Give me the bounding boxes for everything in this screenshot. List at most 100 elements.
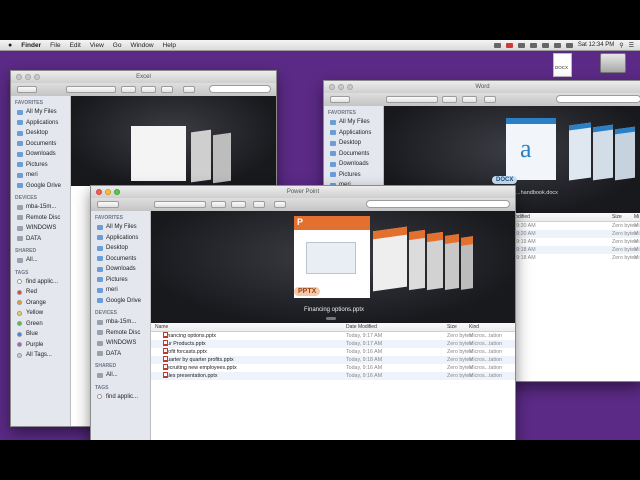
sidebar-item-windows[interactable]: WINDOWS (91, 338, 150, 349)
apple-menu-icon[interactable]: ● (8, 42, 12, 49)
share-button[interactable] (253, 201, 265, 208)
search-field[interactable] (209, 85, 271, 93)
column-header-kind[interactable]: Mi (634, 214, 639, 220)
sidebar-item-shared-all[interactable]: All... (91, 370, 150, 381)
sidebar-item-all-my-files[interactable]: All My Files (324, 117, 383, 128)
action-gear-button[interactable] (231, 201, 246, 208)
menu-edit[interactable]: Edit (70, 42, 81, 49)
sidebar-item-desktop[interactable]: Desktop (324, 138, 383, 149)
menu-help[interactable]: Help (163, 42, 176, 49)
arrange-button[interactable] (121, 86, 136, 93)
sidebar-item-tag[interactable]: Orange (11, 298, 70, 309)
sidebar-item-tag[interactable]: All Tags... (11, 350, 70, 361)
sidebar-item-tag[interactable]: find applic... (11, 277, 70, 288)
arrange-button[interactable] (442, 96, 457, 103)
status-icon-4[interactable] (529, 42, 537, 48)
zoom-button[interactable] (34, 74, 40, 80)
wifi-icon[interactable] (541, 42, 549, 48)
zoom-button[interactable] (347, 84, 353, 90)
column-header-kind[interactable]: Kind (469, 324, 479, 330)
status-icon-3[interactable] (517, 42, 525, 48)
window-titlebar[interactable]: Power Point (91, 186, 515, 198)
sidebar-item-all-my-files[interactable]: All My Files (11, 107, 70, 118)
status-icon-1[interactable] (493, 42, 501, 48)
sidebar-item-device-mba[interactable]: mba-15m... (11, 202, 70, 213)
zoom-button[interactable] (114, 189, 120, 195)
sidebar-item-meri[interactable]: meri (11, 170, 70, 181)
view-mode-buttons[interactable] (154, 201, 206, 208)
sidebar-item-tag[interactable]: Blue (11, 329, 70, 340)
sidebar-item-tag-find-applications[interactable]: find applic... (91, 392, 150, 403)
menu-window[interactable]: Window (130, 42, 153, 49)
volume-icon[interactable] (553, 42, 561, 48)
action-gear-button[interactable] (141, 86, 156, 93)
table-row[interactable]: Quarter by quarter profits.pptx Today, 9:… (151, 356, 515, 364)
tags-button[interactable] (183, 86, 195, 93)
menu-view[interactable]: View (90, 42, 104, 49)
menu-file[interactable]: File (50, 42, 60, 49)
column-header-modified[interactable]: Date Modified (346, 324, 377, 330)
sidebar-item-desktop[interactable]: Desktop (11, 128, 70, 139)
column-header-name[interactable]: Name (155, 324, 168, 330)
battery-icon[interactable] (565, 42, 573, 48)
sidebar-item-data[interactable]: DATA (11, 234, 70, 245)
sidebar-item-downloads[interactable]: Downloads (324, 159, 383, 170)
action-gear-button[interactable] (462, 96, 477, 103)
sidebar-item-documents[interactable]: Documents (91, 254, 150, 265)
search-field[interactable] (366, 200, 510, 208)
arrange-button[interactable] (211, 201, 226, 208)
sidebar-item-google-drive[interactable]: Google Drive (11, 181, 70, 192)
sidebar-item-downloads[interactable]: Downloads (91, 264, 150, 275)
cover-flow-scroller[interactable] (326, 317, 336, 320)
table-row[interactable]: Financing options.pptx Today, 9:17 AM Zero… (151, 332, 515, 340)
share-button[interactable] (161, 86, 173, 93)
search-field[interactable] (556, 95, 640, 103)
minimize-button[interactable] (338, 84, 344, 90)
sidebar-item-all-my-files[interactable]: All My Files (91, 222, 150, 233)
view-mode-buttons[interactable] (66, 86, 116, 93)
minimize-button[interactable] (25, 74, 31, 80)
notification-center-icon[interactable]: ☰ (629, 42, 634, 49)
share-button[interactable] (484, 96, 496, 103)
sidebar-item-tag[interactable]: Yellow (11, 308, 70, 319)
column-header-size[interactable]: Size (612, 214, 622, 220)
tags-button[interactable] (274, 201, 286, 208)
sidebar-item-tag[interactable]: Green (11, 319, 70, 330)
sidebar-item-pictures[interactable]: Pictures (91, 275, 150, 286)
table-row[interactable]: sales presentation.pptx Today, 9:16 AM Zer… (151, 372, 515, 380)
sidebar-item-remote-disc[interactable]: Remote Disc (11, 213, 70, 224)
close-button[interactable] (96, 189, 102, 195)
sidebar-item-desktop[interactable]: Desktop (91, 243, 150, 254)
sidebar-item-pictures[interactable]: Pictures (11, 160, 70, 171)
sidebar-item-google-drive[interactable]: Google Drive (91, 296, 150, 307)
close-button[interactable] (16, 74, 22, 80)
status-icon-2[interactable] (505, 42, 513, 48)
table-row[interactable]: Recruiting new employees.pptx Today, 9:16… (151, 364, 515, 372)
menu-finder[interactable]: Finder (21, 42, 41, 49)
desktop-docx-file[interactable]: DOCX (553, 53, 572, 77)
sidebar-item-windows[interactable]: WINDOWS (11, 223, 70, 234)
close-button[interactable] (329, 84, 335, 90)
sidebar-item-documents[interactable]: Documents (324, 149, 383, 160)
sidebar-item-applications[interactable]: Applications (91, 233, 150, 244)
sidebar-item-applications[interactable]: Applications (11, 118, 70, 129)
back-forward-buttons[interactable] (330, 96, 350, 103)
sidebar-item-tag[interactable]: Red (11, 287, 70, 298)
sidebar-item-shared-all[interactable]: All... (11, 255, 70, 266)
sidebar-item-tag[interactable]: Purple (11, 340, 70, 351)
spotlight-icon[interactable]: ⚲ (619, 42, 623, 49)
sidebar-item-remote-disc[interactable]: Remote Disc (91, 328, 150, 339)
sidebar-item-pictures[interactable]: Pictures (324, 170, 383, 181)
sidebar-item-downloads[interactable]: Downloads (11, 149, 70, 160)
view-mode-buttons[interactable] (386, 96, 438, 103)
sidebar-item-documents[interactable]: Documents (11, 139, 70, 150)
window-titlebar[interactable]: Word (324, 81, 640, 93)
table-row[interactable]: Our Products.pptx Today, 9:17 AM Zero byte… (151, 340, 515, 348)
column-header-size[interactable]: Size (447, 324, 457, 330)
sidebar-item-applications[interactable]: Applications (324, 128, 383, 139)
minimize-button[interactable] (105, 189, 111, 195)
back-forward-buttons[interactable] (17, 86, 37, 93)
sidebar-item-device-mba[interactable]: mba-15m... (91, 317, 150, 328)
sidebar-item-meri[interactable]: meri (91, 285, 150, 296)
menubar-clock[interactable]: Sat 12:34 PM (578, 42, 614, 48)
